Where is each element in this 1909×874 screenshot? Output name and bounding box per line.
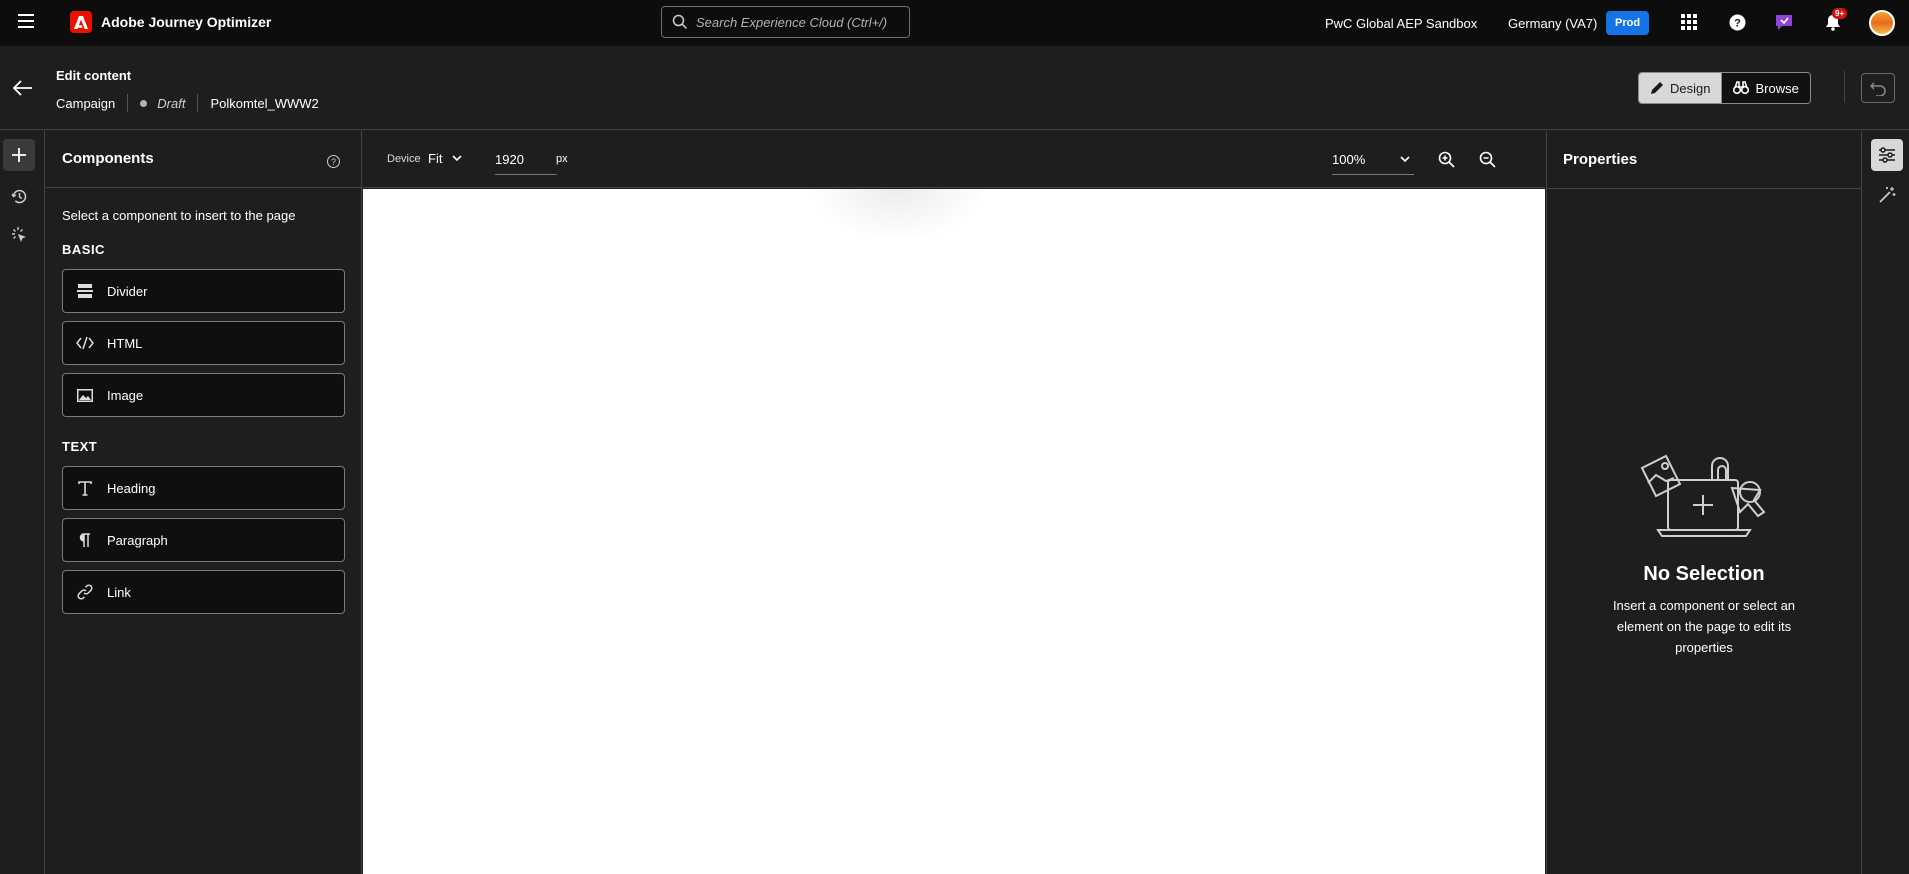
divider (1546, 188, 1862, 189)
app-title: Adobe Journey Optimizer (101, 14, 272, 30)
heading-icon (63, 480, 107, 496)
code-icon (63, 336, 107, 350)
status-label: Draft (157, 95, 186, 111)
breadcrumb: Campaign Draft Polkomtel_WWW2 (56, 94, 319, 112)
app-brand[interactable]: Adobe Journey Optimizer (70, 11, 271, 33)
chevron-down-icon (1400, 156, 1410, 163)
divider (46, 187, 362, 188)
zoom-select[interactable]: 100% (1332, 145, 1414, 175)
components-title: Components (62, 150, 154, 167)
zoom-in-icon[interactable] (1436, 149, 1456, 169)
component-divider[interactable]: Divider (62, 269, 345, 313)
design-mode-button[interactable]: Design (1639, 73, 1722, 103)
magic-wand-icon[interactable] (1877, 184, 1897, 204)
menu-icon[interactable] (18, 14, 34, 30)
apps-grid-icon[interactable] (1679, 12, 1699, 32)
search-icon (672, 14, 688, 30)
chevron-down-icon (452, 155, 463, 162)
notification-count-badge: 9+ (1832, 8, 1848, 19)
component-heading[interactable]: Heading (62, 466, 345, 510)
status-dot-icon (140, 99, 148, 107)
sliders-icon (1879, 147, 1895, 163)
canvas-shadow (813, 189, 983, 239)
no-selection-description: Insert a component or select an element … (1612, 598, 1796, 655)
add-component-button[interactable] (3, 139, 35, 171)
campaign-name: Polkomtel_WWW2 (210, 95, 319, 111)
no-selection-title: No Selection (1643, 563, 1765, 585)
svg-text:?: ? (1734, 17, 1741, 29)
link-icon (63, 584, 107, 600)
env-badge[interactable]: Prod (1606, 11, 1650, 35)
targeting-cursor-icon[interactable] (9, 225, 29, 245)
history-icon[interactable] (9, 186, 29, 206)
component-paragraph[interactable]: Paragraph (62, 518, 345, 562)
feedback-icon[interactable] (1774, 12, 1794, 32)
device-label: Device (387, 153, 421, 165)
content-header (0, 46, 1909, 130)
components-description: Select a component to insert to the page (62, 208, 296, 223)
page-title: Edit content (56, 68, 132, 83)
divider-icon (63, 284, 107, 298)
width-unit: px (556, 153, 568, 165)
properties-settings-button[interactable] (1871, 139, 1903, 171)
browse-mode-button[interactable]: Browse (1721, 73, 1810, 103)
no-selection-illustration-icon (1636, 448, 1774, 540)
component-html[interactable]: HTML (62, 321, 345, 365)
section-basic-label: BASIC (62, 242, 105, 257)
pencil-icon (1651, 82, 1663, 94)
paragraph-icon (63, 532, 107, 548)
section-text-label: TEXT (62, 439, 98, 454)
help-circle-icon[interactable]: ? (327, 155, 340, 168)
search-placeholder: Search Experience Cloud (Ctrl+/) (696, 14, 888, 30)
breadcrumb-campaign[interactable]: Campaign (56, 96, 115, 111)
right-rail (1863, 131, 1909, 874)
plus-icon (12, 148, 26, 162)
width-input[interactable]: 1920 (495, 145, 557, 175)
sandbox-name[interactable]: PwC Global AEP Sandbox (1325, 0, 1477, 46)
adobe-logo-icon (70, 11, 92, 33)
device-select[interactable]: Fit (428, 151, 463, 166)
help-icon[interactable]: ? (1727, 12, 1747, 32)
divider (1844, 71, 1845, 103)
back-arrow-icon[interactable] (12, 80, 34, 101)
search-input[interactable]: Search Experience Cloud (Ctrl+/) (661, 6, 910, 38)
binoculars-icon (1733, 81, 1750, 95)
component-link[interactable]: Link (62, 570, 345, 614)
properties-title: Properties (1563, 151, 1638, 168)
component-image[interactable]: Image (62, 373, 345, 417)
mode-toggle: Design Browse (1638, 72, 1811, 104)
page-canvas[interactable] (363, 189, 1545, 874)
undo-icon (1869, 82, 1886, 96)
region-selector[interactable]: Germany (VA7) (1508, 0, 1597, 46)
avatar[interactable] (1869, 10, 1895, 36)
zoom-out-icon[interactable] (1477, 149, 1497, 169)
image-icon (63, 388, 107, 402)
undo-button[interactable] (1861, 73, 1895, 103)
